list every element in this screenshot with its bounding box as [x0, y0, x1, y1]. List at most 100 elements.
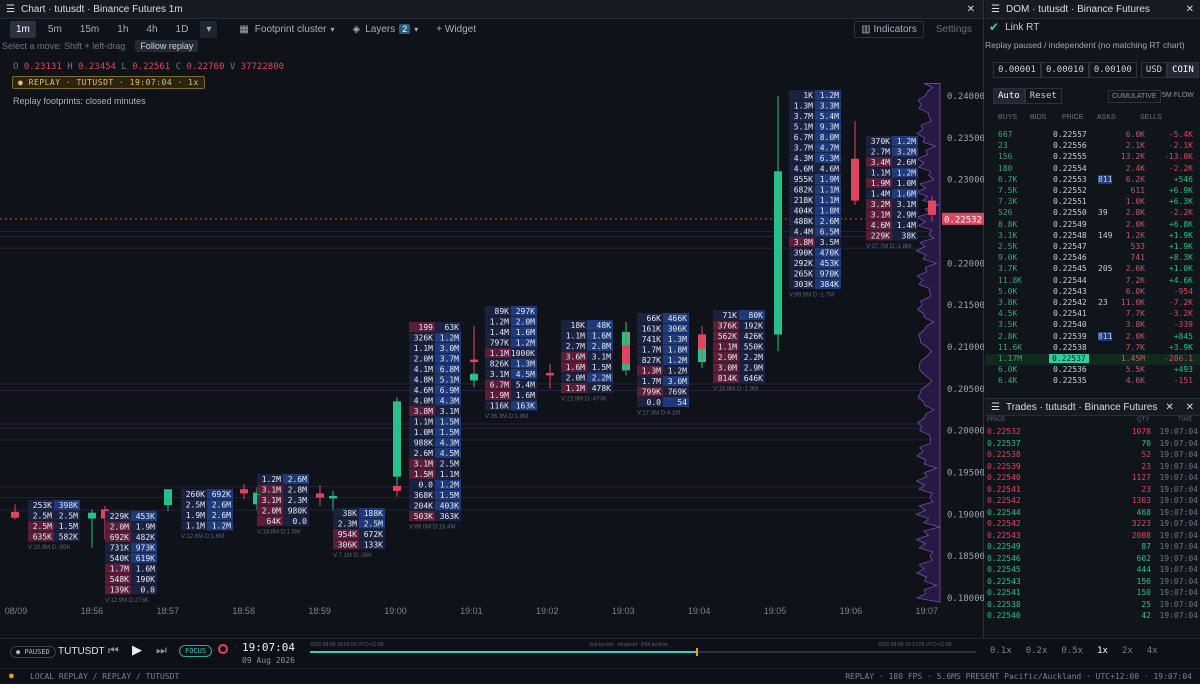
dom-row[interactable]: 156 0.22555 13.2K -13.0K	[985, 152, 1200, 163]
tick-0.00100[interactable]: 0.00100	[1088, 62, 1137, 78]
trade-row[interactable]: 0.22541 23 19:07:04	[985, 485, 1200, 496]
skip-forward-icon[interactable]: ⏭	[156, 643, 167, 658]
dom-price: 0.22549	[1053, 219, 1087, 229]
timeline-track[interactable]	[310, 648, 976, 656]
trade-row[interactable]: 0.22537 70 19:07:04	[985, 439, 1200, 450]
link-rt-label: Link RT	[1005, 21, 1040, 33]
speed-2x[interactable]: 2x	[1122, 646, 1133, 656]
timeframe-1m[interactable]: 1m	[10, 20, 36, 38]
close-icon[interactable]: ✕	[959, 4, 983, 15]
unit-usd[interactable]: USD	[1140, 62, 1168, 78]
trade-row[interactable]: 0.22538 25 19:07:04	[985, 600, 1200, 611]
cumulative-toggle[interactable]: CUMULATIVE	[1108, 90, 1161, 103]
dom-row[interactable]: 180 0.22554 2.4K -2.2K	[985, 164, 1200, 175]
trade-row[interactable]: 0.22543 156 19:07:04	[985, 577, 1200, 588]
dom-row[interactable]: 3.5K 0.22540 3.8K -339	[985, 320, 1200, 331]
speed-0.5x[interactable]: 0.5x	[1061, 646, 1083, 656]
trade-row[interactable]: 0.22541 150 19:07:04	[985, 588, 1200, 599]
chevron-down-icon[interactable]: ▾	[414, 25, 418, 34]
speed-0.1x[interactable]: 0.1x	[990, 646, 1012, 656]
dom-row[interactable]: 6.0K 0.22536 5.5K +493	[985, 365, 1200, 376]
dom-row[interactable]: 3.8K 0.22542 23 11.0K -7.2K	[985, 298, 1200, 309]
candle-body	[393, 401, 401, 477]
timeframe-4h[interactable]: 4h	[140, 21, 163, 38]
chart-plot[interactable]: 0.240000.235000.230000.225000.220000.215…	[0, 52, 984, 638]
dom-row[interactable]: 3.7K 0.22545 205 2.6K +1.0K	[985, 264, 1200, 275]
menu-icon[interactable]: ☰	[985, 402, 1006, 413]
close-icon[interactable]: ✕	[1165, 402, 1173, 413]
dom-row[interactable]: 23 0.22556 2.1K -2.1K	[985, 141, 1200, 152]
status-left: LOCAL REPLAY / REPLAY / TUTUSDT	[30, 672, 180, 681]
menu-icon[interactable]: ☰	[985, 4, 1006, 15]
chart-hint-bar: Select a move: Shift + left-drag Follow …	[0, 40, 984, 52]
indicators-button[interactable]: ▥ Indicators	[854, 20, 924, 38]
tick-0.00001[interactable]: 0.00001	[993, 62, 1041, 78]
footprint-cluster: 1K 1.2M 1.3M 3.3M 3.7M 5.4M 5.1M 9.3M 6.7M 8.0M 3.…	[789, 90, 841, 299]
close-icon[interactable]: ✕	[1180, 4, 1200, 15]
footprint-selector[interactable]: Footprint cluster	[255, 24, 327, 35]
timeframe-5m[interactable]: 5m	[42, 21, 68, 38]
dom-row[interactable]: 8.8K 0.22549 2.0K +6.8K	[985, 220, 1200, 231]
dom-row[interactable]: 3.1K 0.22548 149 1.2K +1.9K	[985, 231, 1200, 242]
footprint-bid-value: 38K	[343, 509, 358, 518]
dom-row[interactable]: 4.5K 0.22541 7.7K -3.2K	[985, 309, 1200, 320]
trade-time: 19:07:04	[1159, 519, 1198, 528]
trade-row[interactable]: 0.22542 1303 19:07:04	[985, 496, 1200, 507]
auto-button[interactable]: Auto	[993, 88, 1025, 104]
trade-row[interactable]: 0.22542 3223 19:07:04	[985, 519, 1200, 530]
timeline-handle[interactable]	[696, 648, 699, 656]
timeframe-1h[interactable]: 1h	[111, 21, 134, 38]
dom-row[interactable]: 5.0K 0.22543 6.0K -954	[985, 287, 1200, 298]
speed-0.2x[interactable]: 0.2x	[1026, 646, 1048, 656]
dom-row[interactable]: 2.8K 0.22539 811 2.0K +845	[985, 331, 1200, 343]
close-panel-icon[interactable]: ✕	[1180, 402, 1200, 413]
dom-row[interactable]: 6.4K 0.22535 4.6K -151	[985, 376, 1200, 387]
reset-button[interactable]: Reset	[1024, 88, 1062, 104]
trade-time: 19:07:04	[1159, 530, 1198, 540]
footprint-bid-value: 6.7M	[490, 381, 509, 390]
chevron-down-icon[interactable]: ▾	[331, 25, 335, 34]
trade-row[interactable]: 0.22549 87 19:07:04	[985, 542, 1200, 553]
dom-row[interactable]: 7.3K 0.22551 1.0K +6.3K	[985, 197, 1200, 208]
dom-row[interactable]: 11.8K 0.22544 7.2K +4.6K	[985, 276, 1200, 287]
timeframe-dropdown-icon[interactable]: ▾	[200, 20, 218, 38]
trade-row[interactable]: 0.22546 602 19:07:04	[985, 554, 1200, 565]
flow-toggle[interactable]: 5M FLOW	[1162, 92, 1194, 99]
timeframe-1d[interactable]: 1D	[170, 21, 195, 38]
add-widget-button[interactable]: + Widget	[436, 24, 476, 35]
speed-1x[interactable]: 1x	[1097, 646, 1108, 656]
dom-row[interactable]: 11.6K 0.22538 7.7K +3.9K	[985, 343, 1200, 354]
trade-row[interactable]: 0.22546 42 19:07:04	[985, 611, 1200, 622]
speed-4x[interactable]: 4x	[1147, 646, 1158, 656]
dom-row[interactable]: 526 0.22550 39 2.8K -2.2K	[985, 208, 1200, 219]
trade-row[interactable]: 0.22532 1078 19:07:04	[985, 427, 1200, 438]
dom-row[interactable]: 7.5K 0.22552 611 +6.9K	[985, 186, 1200, 197]
trade-row[interactable]: 0.22539 23 19:07:04	[985, 462, 1200, 473]
dom-row[interactable]: 6.7K 0.22553 811 6.2K +546	[985, 174, 1200, 186]
unit-coin[interactable]: COIN	[1167, 62, 1199, 78]
play-icon[interactable]: ▶	[132, 642, 142, 658]
trade-price: 0.22545	[987, 565, 1021, 574]
menu-icon[interactable]: ☰	[0, 4, 21, 15]
timeframe-15m[interactable]: 15m	[74, 21, 105, 38]
dom-delta: -286.1	[1164, 354, 1193, 363]
skip-back-icon[interactable]: ⏮	[108, 643, 119, 658]
focus-button[interactable]: FOCUS	[179, 645, 213, 657]
trade-row[interactable]: 0.22540 1127 19:07:04	[985, 473, 1200, 484]
tick-0.00010[interactable]: 0.00010	[1040, 62, 1089, 78]
dom-row[interactable]: 1.17M 0.22537 1.45M -286.1	[985, 354, 1200, 365]
link-rt-toggle[interactable]: ✔ Link RT	[989, 20, 1039, 34]
footprint-footer: V:15.8M D:-1.9M	[713, 387, 758, 393]
trade-row[interactable]: 0.22543 2088 19:07:04	[985, 531, 1200, 542]
dom-row[interactable]: 667 0.22557 6.0K -5.4K	[985, 130, 1200, 141]
settings-button[interactable]: Settings	[936, 24, 972, 35]
trade-row[interactable]: 0.22538 52 19:07:04	[985, 450, 1200, 461]
follow-replay-button[interactable]: Follow replay	[135, 40, 199, 52]
record-icon[interactable]	[218, 644, 228, 654]
trade-row[interactable]: 0.22544 468 19:07:04	[985, 508, 1200, 519]
layers-button[interactable]: Layers	[365, 24, 395, 35]
footprint-bid-value: 2.5M	[186, 501, 205, 510]
dom-row[interactable]: 9.0K 0.22546 741 +8.3K	[985, 253, 1200, 264]
dom-row[interactable]: 2.5K 0.22547 533 +1.9K	[985, 242, 1200, 253]
trade-row[interactable]: 0.22545 444 19:07:04	[985, 565, 1200, 576]
